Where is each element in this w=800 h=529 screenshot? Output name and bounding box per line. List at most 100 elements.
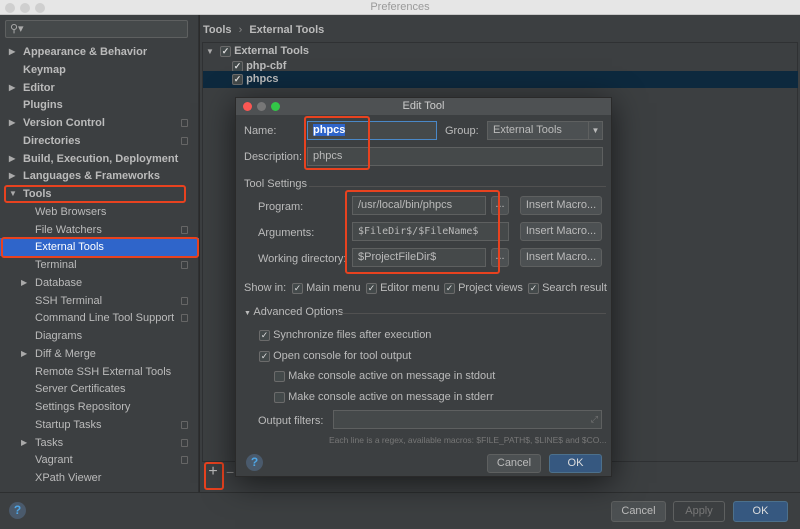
- highlight-add-button: [204, 462, 224, 490]
- workdir-insert-macro-button[interactable]: Insert Macro...: [520, 248, 602, 267]
- sidebar-item-label: XPath Viewer: [35, 472, 102, 484]
- tree-group-label: External Tools: [234, 45, 310, 57]
- sidebar-item-label: Languages & Frameworks: [23, 170, 160, 183]
- sidebar-item-label: Command Line Tool Support: [35, 312, 175, 325]
- remove-tool-button[interactable]: −: [226, 464, 234, 480]
- expand-arrow-icon[interactable]: ▶: [9, 114, 15, 132]
- sidebar-item-label: Diagrams: [35, 330, 83, 342]
- advanced-options-toggle[interactable]: ▼ Advanced Options: [244, 306, 343, 318]
- sidebar-item-label: Editor: [23, 81, 55, 94]
- main-menu-option[interactable]: ✓ Main menu: [292, 282, 360, 294]
- expand-arrow-icon[interactable]: ▶: [21, 434, 27, 452]
- group-select[interactable]: External Tools ▼: [487, 121, 603, 140]
- edit-tool-dialog: Edit Tool Name: phpcs Group: External To…: [235, 97, 612, 477]
- sidebar-item-database[interactable]: ▶ Database: [0, 274, 199, 292]
- editor-menu-option[interactable]: ✓ Editor menu: [366, 282, 439, 294]
- expand-arrow-icon[interactable]: ▶: [9, 43, 15, 61]
- sidebar-item-remote-ssh-external-tools[interactable]: Remote SSH External Tools: [0, 363, 199, 381]
- dialog-title-bar: Edit Tool: [236, 98, 611, 115]
- search-result-option[interactable]: ✓ Search result: [528, 282, 607, 294]
- sidebar-item-tasks[interactable]: ▶ Tasks: [0, 434, 199, 452]
- window-title-bar: Preferences: [0, 0, 800, 15]
- php-cbf-checkbox[interactable]: ✓: [232, 60, 243, 72]
- sidebar-item-label: Server Certificates: [35, 383, 126, 396]
- dialog-help-button[interactable]: ?: [246, 454, 263, 471]
- expand-arrow-icon[interactable]: ▶: [9, 167, 15, 185]
- sidebar-item-startup-tasks[interactable]: Startup Tasks: [0, 416, 199, 434]
- sidebar-item-ssh-terminal[interactable]: SSH Terminal: [0, 292, 199, 310]
- breadcrumb-tools[interactable]: Tools: [203, 24, 232, 36]
- sidebar-item-keymap[interactable]: Keymap: [0, 61, 199, 79]
- dialog-cancel-button[interactable]: Cancel: [487, 454, 541, 473]
- sync-files-checkbox[interactable]: ✓ Synchronize files after execution: [259, 329, 431, 341]
- sidebar-item-terminal[interactable]: Terminal: [0, 256, 199, 274]
- footer-bar: ? Cancel Apply OK: [0, 492, 800, 529]
- apply-button[interactable]: Apply: [673, 501, 725, 522]
- sidebar-item-directories[interactable]: Directories: [0, 132, 199, 150]
- sidebar-item-label: Vagrant: [35, 454, 73, 467]
- sidebar-item-command-line-tool-support[interactable]: Command Line Tool Support: [0, 309, 199, 327]
- cancel-button[interactable]: Cancel: [611, 501, 666, 522]
- project-level-icon: [181, 261, 188, 269]
- output-filters-input[interactable]: ⤢: [333, 410, 602, 429]
- sidebar-item-label: Web Browsers: [35, 205, 107, 218]
- expand-arrow-icon[interactable]: ▶: [9, 79, 15, 97]
- dialog-zoom-button[interactable]: [271, 102, 280, 111]
- project-level-icon: [181, 314, 188, 323]
- stdout-checkbox[interactable]: Make console active on message in stdout: [274, 370, 495, 382]
- sidebar-item-languages-frameworks[interactable]: ▶ Languages & Frameworks: [0, 167, 199, 185]
- sidebar-item-settings-repository[interactable]: Settings Repository: [0, 398, 199, 416]
- arguments-insert-macro-button[interactable]: Insert Macro...: [520, 222, 602, 241]
- project-level-icon: [181, 119, 188, 127]
- sidebar-item-label: Diff & Merge: [35, 347, 96, 360]
- output-filters-hint: Each line is a regex, available macros: …: [329, 435, 607, 445]
- program-label: Program:: [258, 201, 304, 213]
- dialog-close-button[interactable]: [243, 102, 252, 111]
- stderr-checkbox[interactable]: Make console active on message in stderr: [274, 391, 494, 403]
- sidebar-item-build-execution-deployment[interactable]: ▶ Build, Execution, Deployment: [0, 150, 199, 168]
- ok-button[interactable]: OK: [733, 501, 788, 522]
- sidebar-item-plugins[interactable]: Plugins: [0, 96, 199, 114]
- highlight-tool-settings: [345, 190, 500, 274]
- sidebar-item-vagrant[interactable]: Vagrant: [0, 451, 199, 469]
- phpcs-checkbox[interactable]: ✓: [232, 73, 243, 85]
- expand-arrow-icon[interactable]: ▶: [21, 345, 27, 363]
- sidebar-item-label: Appearance & Behavior: [23, 46, 148, 58]
- description-label: Description:: [244, 151, 303, 163]
- dialog-ok-button[interactable]: OK: [549, 454, 602, 473]
- sidebar-item-file-watchers[interactable]: File Watchers: [0, 221, 199, 239]
- sidebar-item-label: Remote SSH External Tools: [35, 365, 172, 378]
- show-in-label: Show in:: [244, 282, 287, 294]
- help-button[interactable]: ?: [9, 502, 26, 519]
- dialog-minimize-button[interactable]: [257, 102, 266, 111]
- sidebar-item-label: Build, Execution, Deployment: [23, 152, 179, 165]
- sidebar-item-server-certificates[interactable]: Server Certificates: [0, 380, 199, 398]
- sidebar-item-label: Terminal: [35, 259, 77, 271]
- project-level-icon: [181, 420, 188, 429]
- highlight-external-tools: [1, 237, 199, 258]
- open-console-checkbox[interactable]: ✓ Open console for tool output: [259, 350, 411, 362]
- breadcrumb: Tools › External Tools: [203, 24, 324, 36]
- sidebar-item-editor[interactable]: ▶ Editor: [0, 79, 199, 97]
- window-title: Preferences: [370, 1, 430, 13]
- program-insert-macro-button[interactable]: Insert Macro...: [520, 196, 602, 215]
- sidebar-item-appearance-behavior[interactable]: ▶ Appearance & Behavior: [0, 43, 199, 61]
- tree-item-label: phpcs: [246, 73, 279, 85]
- sidebar-item-label: Startup Tasks: [35, 418, 102, 431]
- sidebar-item-diff-merge[interactable]: ▶ Diff & Merge: [0, 345, 199, 363]
- sidebar-item-xpath-viewer[interactable]: XPath Viewer: [0, 469, 199, 487]
- working-directory-label: Working directory:: [258, 253, 347, 265]
- sidebar-item-web-browsers[interactable]: Web Browsers: [0, 203, 199, 221]
- expand-arrow-icon[interactable]: ▶: [21, 274, 27, 292]
- expand-icon[interactable]: ⤢: [591, 411, 598, 428]
- group-label: Group:: [445, 125, 479, 137]
- tree-row-phpcs[interactable]: ✓ phpcs: [203, 71, 798, 88]
- search-input[interactable]: ⚲▾: [5, 20, 188, 38]
- project-views-option[interactable]: ✓ Project views: [444, 282, 523, 294]
- sidebar-item-diagrams[interactable]: Diagrams: [0, 327, 199, 345]
- expand-arrow-icon[interactable]: ▶: [9, 150, 15, 168]
- sidebar-item-label: Directories: [23, 134, 81, 147]
- sidebar-item-label: Tasks: [35, 436, 64, 449]
- sidebar-item-version-control[interactable]: ▶ Version Control: [0, 114, 199, 132]
- group-checkbox[interactable]: ✓: [220, 45, 231, 57]
